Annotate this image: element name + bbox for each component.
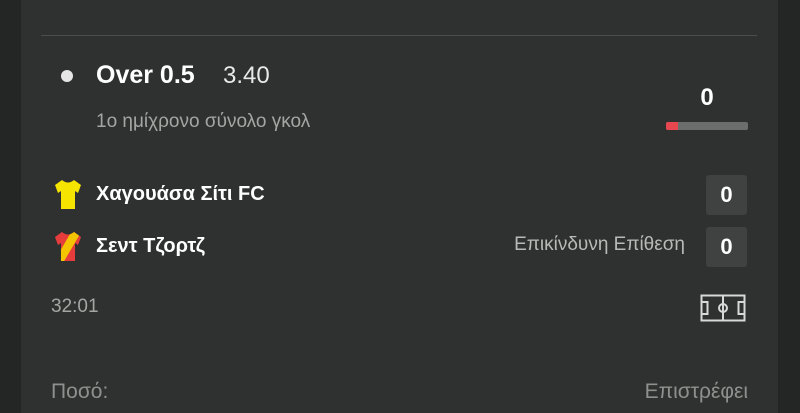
pitch-icon[interactable] (700, 294, 746, 322)
stake-label: Ποσό: (51, 380, 109, 403)
selection-name: Over 0.5 (96, 61, 195, 89)
away-team-score: 0 (706, 227, 747, 267)
bet-card: Over 0.5 3.40 1ο ημίχρονο σύνολο γκολ 0 … (21, 0, 778, 413)
market-name: 1ο ημίχρονο σύνολο γκολ (96, 111, 311, 132)
progress-bar-fill (666, 122, 679, 130)
home-team-score: 0 (706, 175, 747, 215)
red-yellow-shirt-icon (51, 229, 85, 263)
yellow-shirt-icon (51, 177, 85, 211)
match-status: Επικίνδυνη Επίθεση (514, 234, 685, 255)
selection-status-dot (61, 70, 73, 82)
returns-label: Επιστρέφει (644, 380, 748, 403)
selection-odds: 3.40 (223, 62, 270, 89)
goals-count: 0 (700, 84, 714, 111)
away-team-name: Σεντ Τζορτζ (96, 235, 206, 257)
home-team-name: Χαγουάσα Σίτι FC (96, 183, 265, 205)
match-clock: 32:01 (51, 296, 99, 317)
divider (41, 35, 757, 36)
progress-bar (666, 122, 748, 130)
